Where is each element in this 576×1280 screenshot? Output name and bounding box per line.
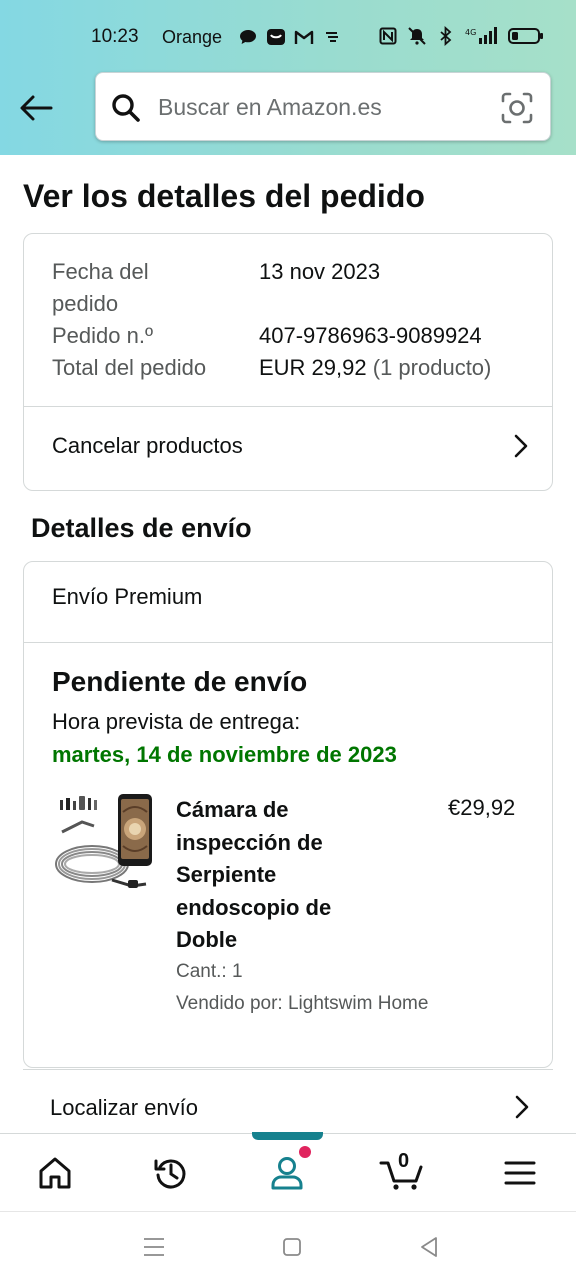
card-divider	[24, 642, 552, 643]
page-title: Ver los detalles del pedido	[23, 178, 425, 214]
menu-icon	[504, 1161, 536, 1185]
cart-count-badge: 0	[398, 1150, 410, 1172]
system-nav-bar	[0, 1211, 576, 1280]
track-shipment-row[interactable]: Localizar envío	[23, 1080, 553, 1134]
order-total-amount: EUR 29,92	[259, 355, 367, 380]
home-square-icon	[283, 1238, 301, 1256]
chevron-right-icon	[514, 434, 528, 458]
home-system-button[interactable]	[279, 1234, 305, 1260]
product-image[interactable]	[52, 792, 156, 898]
status-system-icons: 4G	[378, 26, 544, 46]
home-icon	[39, 1157, 71, 1189]
recents-icon	[144, 1238, 164, 1256]
history-icon	[154, 1159, 186, 1189]
order-total-value: EUR 29,92 (1 producto)	[259, 352, 491, 384]
recents-button[interactable]	[141, 1234, 167, 1260]
back-triangle-icon	[421, 1237, 437, 1257]
order-total-label: Total del pedido	[52, 355, 207, 380]
account-icon	[271, 1157, 303, 1190]
product-title-link[interactable]: Cámara de inspección de Serpiente endosc…	[176, 794, 376, 957]
status-bar: 10:23 Orange 4G	[0, 0, 576, 72]
search-bar[interactable]: Buscar en Amazon.es	[95, 72, 551, 141]
arrow-left-icon	[20, 95, 53, 121]
bottom-nav-bar	[0, 1132, 576, 1212]
order-number-value: 407-9786963-9089924	[259, 323, 482, 348]
status-carrier: Orange	[162, 27, 223, 47]
nav-menu[interactable]	[480, 1134, 560, 1212]
chevron-right-icon	[515, 1095, 529, 1119]
status-time: 10:23	[91, 26, 139, 47]
back-button[interactable]	[16, 88, 56, 128]
app-header: 10:23 Orange 4G Buscar en Amazon.es	[0, 0, 576, 155]
bluetooth-icon	[436, 26, 456, 46]
product-price: €29,92	[448, 795, 516, 820]
delivery-eta-date: martes, 14 de noviembre de 2023	[52, 742, 397, 767]
mute-bell-icon	[407, 26, 427, 46]
shipment-card: Envío Premium Pendiente de envío Hora pr…	[23, 561, 553, 1068]
chat-bubble-icon	[238, 27, 258, 47]
product-seller: Vendido por: Lightswim Home	[176, 993, 429, 1014]
track-divider	[23, 1069, 553, 1070]
signal-alt-icon	[322, 27, 342, 47]
back-system-button[interactable]	[416, 1234, 442, 1260]
track-shipment-label: Localizar envío	[50, 1095, 198, 1120]
camera-scan-icon[interactable]	[500, 91, 534, 125]
status-notification-icons	[238, 27, 342, 47]
nfc-icon	[378, 26, 398, 46]
nav-home[interactable]	[15, 1134, 95, 1212]
cancel-products-row[interactable]: Cancelar productos	[24, 406, 552, 486]
order-date-label-line2: pedido	[52, 291, 119, 316]
delivery-eta-label: Hora prevista de entrega:	[52, 709, 301, 734]
order-total-suffix: (1 producto)	[372, 355, 492, 380]
nav-account[interactable]	[247, 1134, 327, 1212]
nav-history[interactable]	[131, 1134, 211, 1212]
battery-icon	[508, 26, 544, 46]
notification-dot	[299, 1146, 311, 1158]
shipping-type: Envío Premium	[52, 584, 203, 609]
product-quantity: Cant.: 1	[176, 961, 243, 982]
4g-signal-icon: 4G	[465, 26, 499, 46]
shipment-status: Pendiente de envío	[52, 666, 308, 697]
nav-cart[interactable]	[363, 1134, 443, 1212]
order-date-value: 13 nov 2023	[259, 259, 381, 284]
order-number-label: Pedido n.º	[52, 323, 153, 348]
order-summary-card: Fecha del pedido 13 nov 2023 Pedido n.º …	[23, 233, 553, 491]
mail-app-icon	[266, 27, 286, 47]
svg-text:4G: 4G	[465, 28, 476, 37]
cancel-products-label: Cancelar productos	[52, 433, 243, 458]
order-date-label-line1: Fecha del	[52, 259, 149, 284]
gmail-icon	[294, 27, 314, 47]
search-input[interactable]: Buscar en Amazon.es	[158, 94, 382, 121]
shipping-section-title: Detalles de envío	[31, 513, 252, 543]
search-icon	[112, 94, 140, 122]
